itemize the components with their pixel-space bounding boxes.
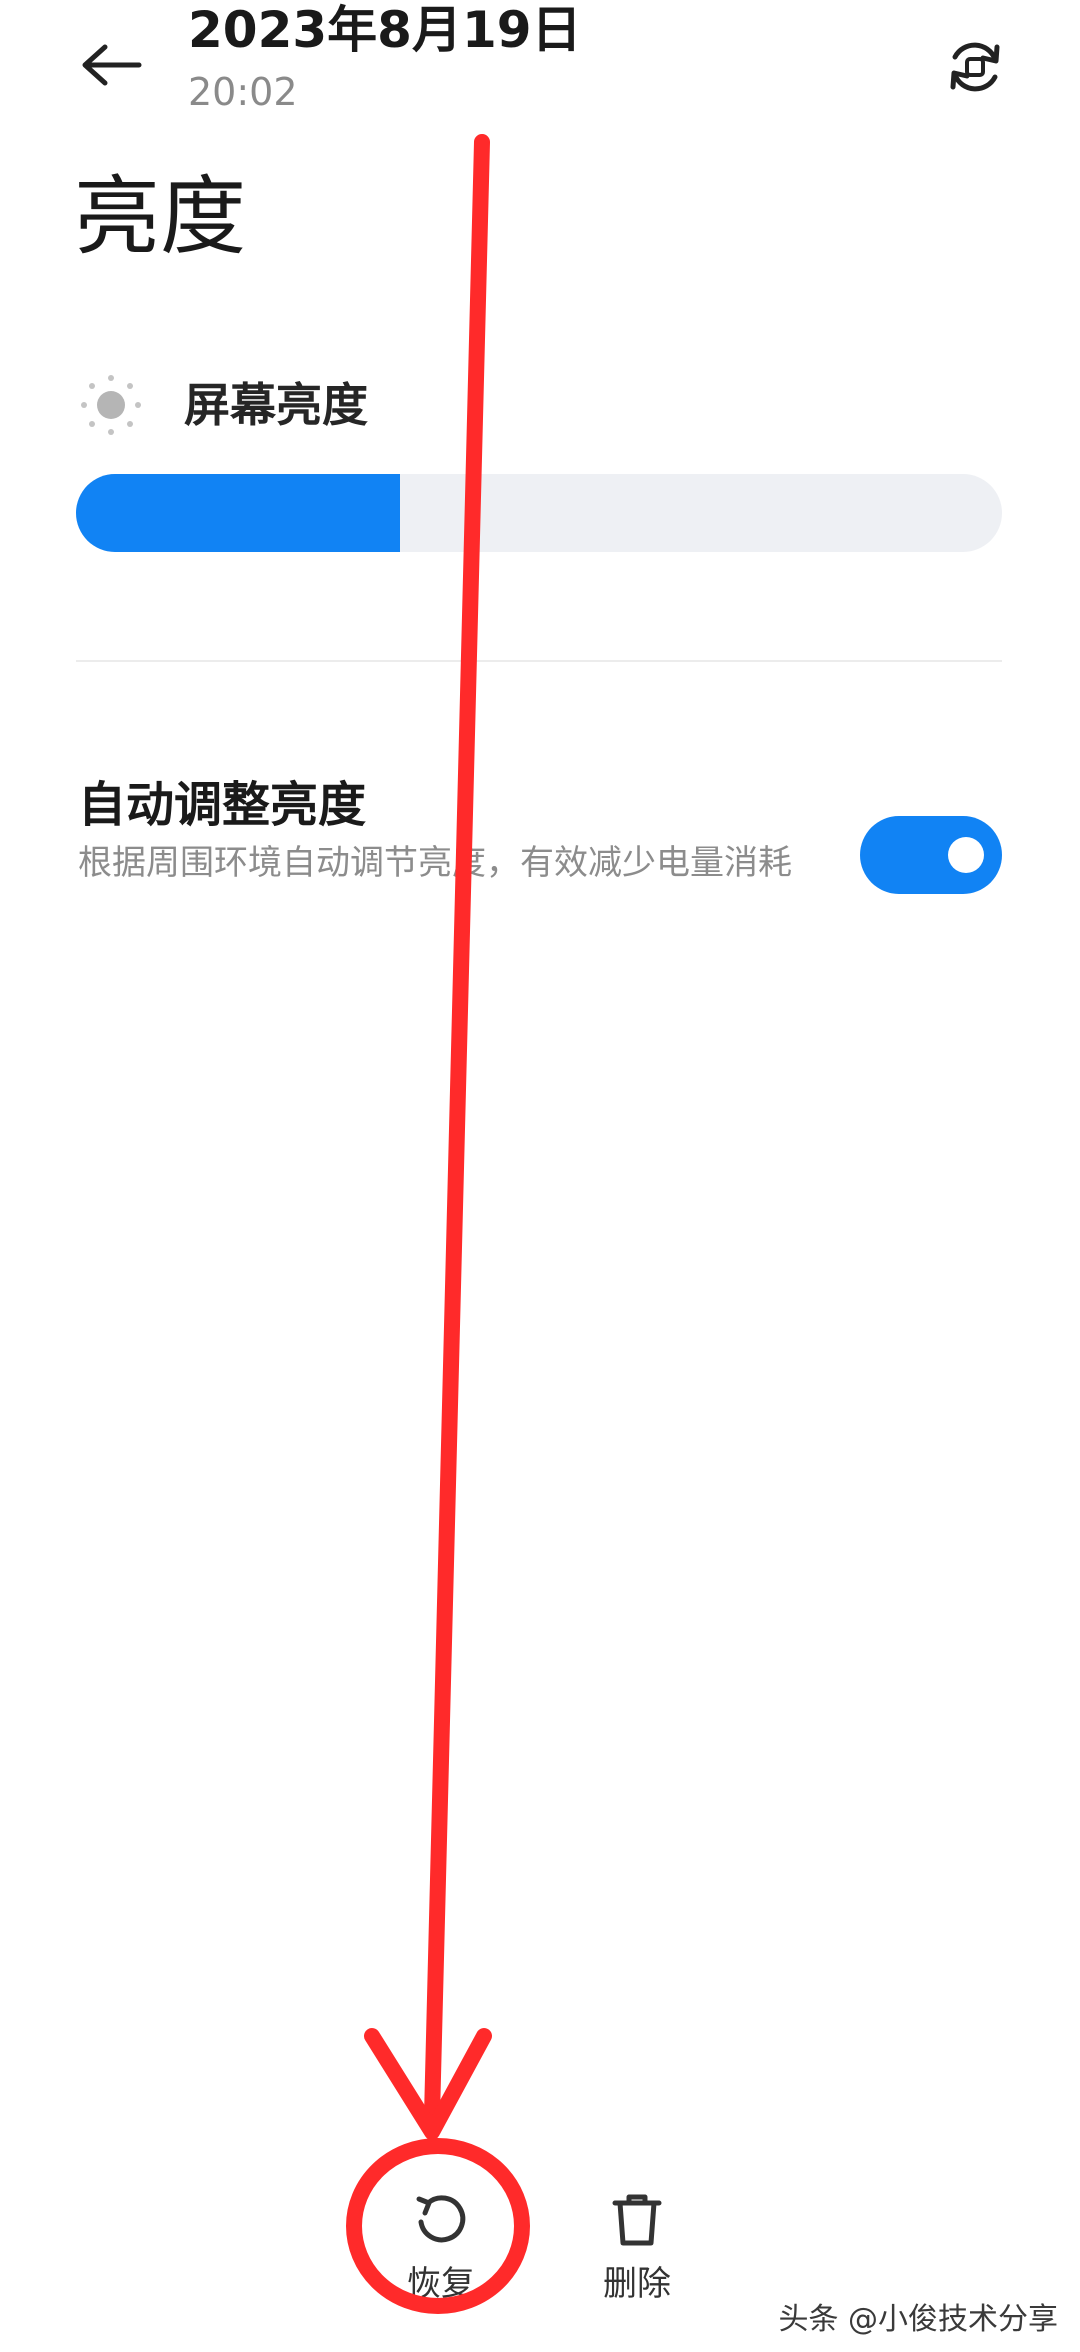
brightness-settings-screen: 2023年8月19日 20:02 亮度 屏幕亮度 自动调整亮度 根据周围环境自动… (0, 0, 1080, 2352)
annotation-arrow-head (364, 2028, 492, 2140)
divider (76, 660, 1002, 662)
annotation-arrow-line (424, 134, 490, 2124)
arrow-left-icon (82, 44, 142, 86)
header-time: 20:02 (188, 70, 298, 114)
brightness-slider[interactable] (76, 474, 1002, 552)
auto-brightness-toggle[interactable] (860, 816, 1002, 894)
delete-button[interactable]: 删除 (562, 2184, 712, 2306)
header-date: 2023年8月19日 (188, 1, 582, 59)
annotation-overlay (346, 134, 530, 2314)
watermark: 头条 @小俊技术分享 (778, 2302, 1058, 2337)
undo-icon (406, 2184, 476, 2254)
back-button[interactable] (66, 20, 156, 110)
auto-brightness-description: 根据周围环境自动调节亮度，有效减少电量消耗 (78, 843, 792, 883)
restore-cycle-icon (950, 42, 1000, 92)
trash-icon (602, 2184, 672, 2254)
brightness-row: 屏幕亮度 (78, 372, 368, 438)
restore-top-button[interactable] (930, 22, 1020, 112)
restore-label: 恢复 (407, 2264, 475, 2304)
auto-brightness-title: 自动调整亮度 (78, 777, 367, 833)
delete-label: 删除 (603, 2264, 671, 2304)
restore-button[interactable]: 恢复 (366, 2184, 516, 2306)
brightness-label: 屏幕亮度 (184, 378, 368, 432)
brightness-slider-fill (76, 474, 401, 552)
sun-icon (78, 372, 144, 438)
page-title: 亮度 (74, 167, 246, 267)
toggle-knob (948, 837, 984, 873)
